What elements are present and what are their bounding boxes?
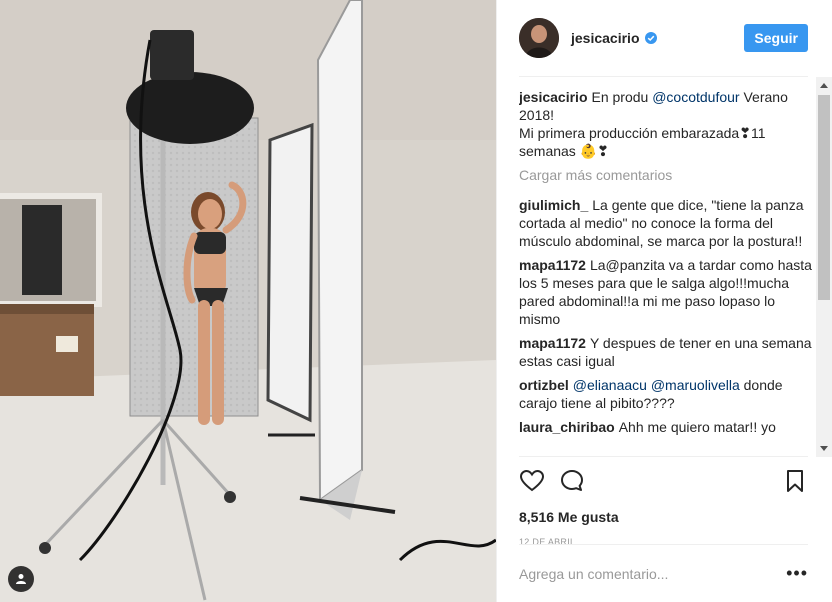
likes-count[interactable]: 8,516 Me gusta — [519, 509, 808, 525]
caption-username[interactable]: jesicacirio — [519, 89, 588, 105]
caption-text-part1: En produ — [591, 89, 653, 105]
post-details-panel: jesicacirio Seguir jesicacirio En produ @… — [496, 0, 832, 602]
scrollbar-thumb[interactable] — [818, 95, 830, 300]
scroll-up-arrow-icon[interactable] — [820, 83, 828, 88]
comment-input[interactable]: Agrega un comentario... — [519, 566, 668, 582]
instagram-post-modal: jesicacirio Seguir jesicacirio En produ @… — [0, 0, 832, 602]
avatar[interactable] — [519, 18, 559, 58]
add-comment-bar: Agrega un comentario... ••• — [519, 544, 808, 602]
bookmark-icon[interactable] — [782, 468, 808, 494]
comment-item: giulimich_ La gente que dice, "tiene la p… — [519, 196, 814, 250]
avatar-image — [519, 18, 559, 58]
header-username[interactable]: jesicacirio — [571, 30, 640, 46]
caption-text-line2: Mi primera producción embarazada❣11 sema… — [519, 125, 766, 159]
comment-item: laura_chiribao Ahh me quiero matar!! yo — [519, 418, 814, 436]
comment-username[interactable]: mapa1172 — [519, 335, 586, 351]
caption: jesicacirio En produ @cocotdufour Verano … — [519, 88, 814, 160]
studio-photo-illustration — [0, 0, 496, 602]
follow-button[interactable]: Seguir — [744, 24, 808, 52]
user-tag-button[interactable] — [8, 566, 34, 592]
comment-username[interactable]: giulimich_ — [519, 197, 588, 213]
comment-username[interactable]: mapa1172 — [519, 257, 586, 273]
post-photo[interactable] — [0, 0, 496, 602]
comment-mention[interactable]: @maruolivella — [651, 377, 740, 393]
comment-item: mapa1172 La@panzita va a tardar como hast… — [519, 256, 814, 328]
caption-mention[interactable]: @cocotdufour — [652, 89, 739, 105]
comment-item: mapa1172 Y despues de tener en una semana… — [519, 334, 814, 370]
comments-scrollbar[interactable] — [816, 77, 832, 457]
comment-item: ortizbel @elianaacu @maruolivella donde c… — [519, 376, 814, 412]
post-header: jesicacirio Seguir — [519, 0, 808, 77]
verified-badge-icon — [644, 32, 657, 44]
action-icons-row — [519, 467, 808, 495]
load-more-comments-link[interactable]: Cargar más comentarios — [519, 166, 814, 184]
comments-list: jesicacirio En produ @cocotdufour Verano … — [519, 88, 814, 456]
comment-icon[interactable] — [559, 468, 585, 494]
more-options-icon[interactable]: ••• — [786, 563, 808, 584]
comment-username[interactable]: laura_chiribao — [519, 419, 615, 435]
comment-username[interactable]: ortizbel — [519, 377, 569, 393]
heart-icon[interactable] — [519, 468, 545, 494]
comment-text: Ahh me quiero matar!! yo — [618, 419, 776, 435]
scroll-down-arrow-icon[interactable] — [820, 446, 828, 451]
post-actions: 8,516 Me gusta 12 DE ABRIL — [519, 456, 808, 547]
person-icon — [16, 574, 26, 584]
comment-mention[interactable]: @elianaacu — [573, 377, 647, 393]
